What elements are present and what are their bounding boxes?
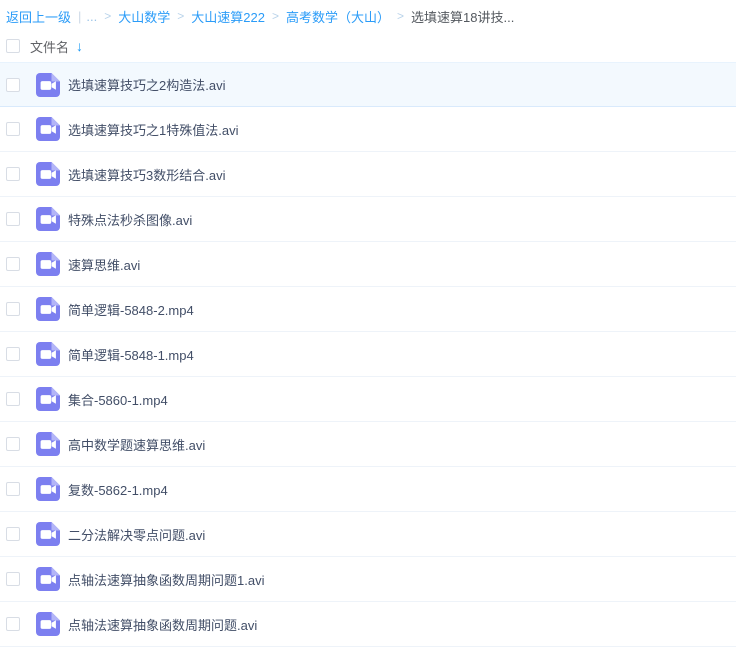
file-row[interactable]: 集合-5860-1.mp4 [0, 377, 736, 422]
file-checkbox[interactable] [6, 617, 20, 631]
file-name-link[interactable]: 简单逻辑-5848-2.mp4 [68, 300, 194, 319]
file-checkbox[interactable] [6, 482, 20, 496]
file-name-link[interactable]: 点轴法速算抽象函数周期问题.avi [68, 615, 257, 634]
video-file-icon [36, 162, 60, 186]
video-file-icon [36, 297, 60, 321]
breadcrumb-back-link[interactable]: 返回上一级 [6, 7, 71, 26]
file-row[interactable]: 点轴法速算抽象函数周期问题1.avi [0, 557, 736, 602]
video-file-icon [36, 477, 60, 501]
file-row[interactable]: 简单逻辑-5848-2.mp4 [0, 287, 736, 332]
file-name-link[interactable]: 复数-5862-1.mp4 [68, 480, 168, 499]
file-name-link[interactable]: 点轴法速算抽象函数周期问题1.avi [68, 570, 264, 589]
video-file-icon [36, 252, 60, 276]
file-checkbox[interactable] [6, 122, 20, 136]
breadcrumb-item-1[interactable]: 大山数学 [118, 7, 170, 26]
file-row[interactable]: 特殊点法秒杀图像.avi [0, 197, 736, 242]
breadcrumb-item-2[interactable]: 大山速算222 [191, 7, 265, 26]
select-all-checkbox[interactable] [6, 39, 20, 53]
breadcrumb-pipe-separator: | [78, 9, 81, 24]
video-file-icon [36, 387, 60, 411]
video-file-icon [36, 522, 60, 546]
file-row[interactable]: 点轴法速算抽象函数周期问题.avi [0, 602, 736, 647]
file-name-link[interactable]: 二分法解决零点问题.avi [68, 525, 205, 544]
filename-column-header[interactable]: 文件名 [30, 37, 69, 56]
file-row[interactable]: 复数-5862-1.mp4 [0, 467, 736, 512]
file-name-link[interactable]: 集合-5860-1.mp4 [68, 390, 168, 409]
file-checkbox[interactable] [6, 347, 20, 361]
file-share-browser: 返回上一级 | ... > 大山数学 > 大山速算222 > 高考数学（大山） … [0, 0, 736, 647]
file-name-link[interactable]: 选填速算技巧之2构造法.avi [68, 75, 225, 94]
file-checkbox[interactable] [6, 302, 20, 316]
file-checkbox[interactable] [6, 167, 20, 181]
file-row[interactable]: 选填速算技巧3数形结合.avi [0, 152, 736, 197]
sort-descending-icon[interactable]: ↓ [76, 39, 83, 53]
breadcrumb-item-3[interactable]: 高考数学（大山） [286, 7, 390, 26]
video-file-icon [36, 117, 60, 141]
video-file-icon [36, 342, 60, 366]
file-name-link[interactable]: 选填速算技巧之1特殊值法.avi [68, 120, 238, 139]
breadcrumb: 返回上一级 | ... > 大山数学 > 大山速算222 > 高考数学（大山） … [0, 0, 736, 30]
breadcrumb-current-folder: 选填速算18讲技... [411, 7, 514, 26]
file-row[interactable]: 速算思维.avi [0, 242, 736, 287]
file-row[interactable]: 简单逻辑-5848-1.mp4 [0, 332, 736, 377]
file-name-link[interactable]: 选填速算技巧3数形结合.avi [68, 165, 225, 184]
file-row[interactable]: 高中数学题速算思维.avi [0, 422, 736, 467]
video-file-icon [36, 207, 60, 231]
file-checkbox[interactable] [6, 212, 20, 226]
file-row[interactable]: 二分法解决零点问题.avi [0, 512, 736, 557]
video-file-icon [36, 567, 60, 591]
file-row[interactable]: 选填速算技巧之1特殊值法.avi [0, 107, 736, 152]
video-file-icon [36, 432, 60, 456]
breadcrumb-chevron-separator: > [272, 9, 279, 23]
video-file-icon [36, 612, 60, 636]
file-checkbox[interactable] [6, 572, 20, 586]
breadcrumb-chevron-separator: > [177, 9, 184, 23]
file-checkbox[interactable] [6, 257, 20, 271]
file-list-header: 文件名 ↓ [0, 30, 736, 62]
breadcrumb-chevron-separator: > [397, 9, 404, 23]
breadcrumb-collapsed-link[interactable]: ... [86, 9, 97, 24]
file-checkbox[interactable] [6, 437, 20, 451]
file-name-link[interactable]: 速算思维.avi [68, 255, 140, 274]
file-checkbox[interactable] [6, 78, 20, 92]
file-list: 选填速算技巧之2构造法.avi 选填速算技巧之1特殊值法.avi 选填速算技巧3… [0, 62, 736, 647]
file-name-link[interactable]: 简单逻辑-5848-1.mp4 [68, 345, 194, 364]
video-file-icon [36, 73, 60, 97]
file-checkbox[interactable] [6, 392, 20, 406]
file-name-link[interactable]: 高中数学题速算思维.avi [68, 435, 205, 454]
file-row[interactable]: 选填速算技巧之2构造法.avi [0, 62, 736, 107]
breadcrumb-chevron-separator: > [104, 9, 111, 23]
file-checkbox[interactable] [6, 527, 20, 541]
file-name-link[interactable]: 特殊点法秒杀图像.avi [68, 210, 192, 229]
